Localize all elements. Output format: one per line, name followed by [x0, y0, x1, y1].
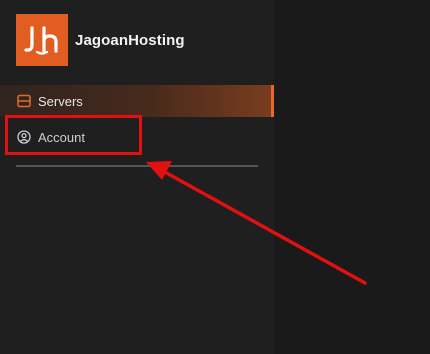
- annotation-arrow: [146, 161, 367, 285]
